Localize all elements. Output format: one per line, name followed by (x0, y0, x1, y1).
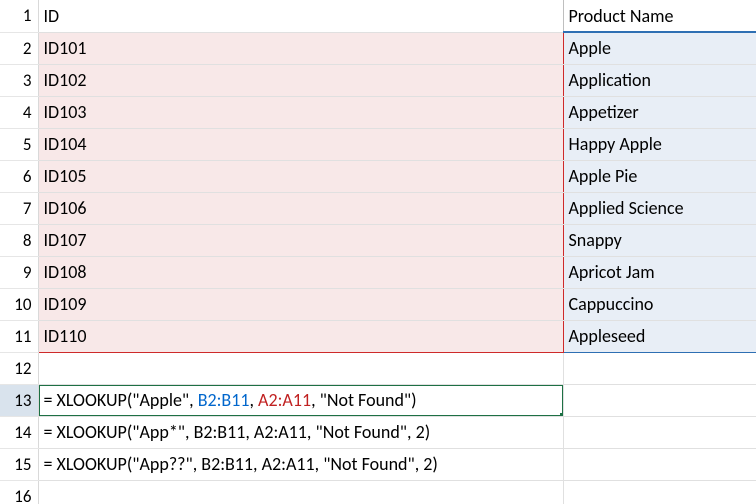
table-row: 15 = XLOOKUP("App??", B2:B11, A2:A11, "N… (0, 448, 756, 480)
row-header[interactable]: 14 (0, 416, 38, 448)
row-header[interactable]: 13 (0, 384, 38, 416)
row-header[interactable]: 8 (0, 224, 38, 256)
cell-A14[interactable]: = XLOOKUP("App*", B2:B11, A2:A11, "Not F… (38, 416, 563, 448)
formula-ref-blue: B2:B11 (198, 389, 250, 411)
table-row: 8 ID107 Snappy (0, 224, 756, 256)
row-header[interactable]: 11 (0, 320, 38, 352)
formula-fragment: , "Not Found") (311, 389, 417, 411)
cell-B7[interactable]: Applied Science (563, 192, 756, 224)
cell-A1[interactable]: ID (38, 0, 563, 32)
cell-B14[interactable] (563, 416, 756, 448)
cell-B11[interactable]: Appleseed (563, 320, 756, 352)
row-header[interactable]: 1 (0, 0, 38, 32)
cell-A3[interactable]: ID102 (38, 64, 563, 96)
row-header[interactable]: 12 (0, 352, 38, 384)
cell-B15[interactable] (563, 448, 756, 480)
table-row: 13 = XLOOKUP("Apple", B2:B11, A2:A11, "N… (0, 384, 756, 416)
cell-A15[interactable]: = XLOOKUP("App??", B2:B11, A2:A11, "Not … (38, 448, 563, 480)
cell-A8[interactable]: ID107 (38, 224, 563, 256)
cell-B5[interactable]: Happy Apple (563, 128, 756, 160)
table-row: 4 ID103 Appetizer (0, 96, 756, 128)
formula-ref-red: A2:A11 (258, 389, 311, 411)
table-row: 1 ID Product Name (0, 0, 756, 32)
spreadsheet-grid[interactable]: 1 ID Product Name 2 ID101 Apple 3 ID102 … (0, 0, 756, 504)
cell-B10[interactable]: Cappuccino (563, 288, 756, 320)
cell-A6[interactable]: ID105 (38, 160, 563, 192)
fill-handle-icon[interactable] (560, 413, 564, 417)
table-row: 9 ID108 Apricot Jam (0, 256, 756, 288)
cell-A9[interactable]: ID108 (38, 256, 563, 288)
row-header[interactable]: 6 (0, 160, 38, 192)
table-row: 14 = XLOOKUP("App*", B2:B11, A2:A11, "No… (0, 416, 756, 448)
table-row: 10 ID109 Cappuccino (0, 288, 756, 320)
cell-B3[interactable]: Application (563, 64, 756, 96)
row-header[interactable]: 3 (0, 64, 38, 96)
table-row: 11 ID110 Appleseed (0, 320, 756, 352)
cell-B2[interactable]: Apple (563, 32, 756, 64)
cell-A16[interactable] (38, 480, 563, 504)
table-row: 2 ID101 Apple (0, 32, 756, 64)
row-header[interactable]: 15 (0, 448, 38, 480)
table-row: 5 ID104 Happy Apple (0, 128, 756, 160)
cell-A2[interactable]: ID101 (38, 32, 563, 64)
formula-fragment: = XLOOKUP("Apple", (44, 389, 198, 411)
table-row: 12 (0, 352, 756, 384)
cell-B1[interactable]: Product Name (563, 0, 756, 32)
table-row: 3 ID102 Application (0, 64, 756, 96)
cell-B4[interactable]: Appetizer (563, 96, 756, 128)
row-header[interactable]: 2 (0, 32, 38, 64)
cell-B16[interactable] (563, 480, 756, 504)
cell-A12[interactable] (38, 352, 563, 384)
cell-A5[interactable]: ID104 (38, 128, 563, 160)
row-header[interactable]: 4 (0, 96, 38, 128)
cell-B13[interactable] (563, 384, 756, 416)
cell-A11[interactable]: ID110 (38, 320, 563, 352)
cell-B9[interactable]: Apricot Jam (563, 256, 756, 288)
row-header[interactable]: 10 (0, 288, 38, 320)
formula-fragment: , (249, 389, 258, 411)
table-row: 6 ID105 Apple Pie (0, 160, 756, 192)
row-header[interactable]: 16 (0, 480, 38, 504)
cell-A13[interactable]: = XLOOKUP("Apple", B2:B11, A2:A11, "Not … (38, 384, 563, 416)
table-row: 7 ID106 Applied Science (0, 192, 756, 224)
row-header[interactable]: 5 (0, 128, 38, 160)
row-header[interactable]: 7 (0, 192, 38, 224)
cell-A4[interactable]: ID103 (38, 96, 563, 128)
cell-B6[interactable]: Apple Pie (563, 160, 756, 192)
cell-A7[interactable]: ID106 (38, 192, 563, 224)
cell-B8[interactable]: Snappy (563, 224, 756, 256)
row-header[interactable]: 9 (0, 256, 38, 288)
cell-B12[interactable] (563, 352, 756, 384)
table-row: 16 (0, 480, 756, 504)
cell-A10[interactable]: ID109 (38, 288, 563, 320)
